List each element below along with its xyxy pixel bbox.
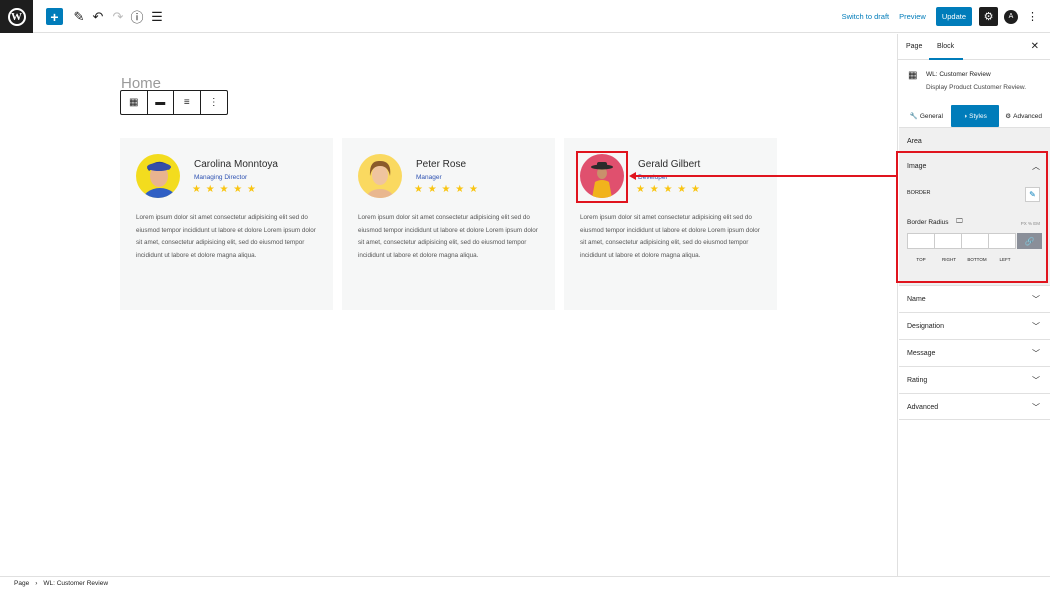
wordpress-logo[interactable]: W [0,0,33,33]
close-icon[interactable]: ✕ [1031,41,1039,52]
edit-tools-icon[interactable]: ✎ [72,8,86,25]
panel-advanced-label: Advanced [907,404,939,411]
info-icon[interactable]: ⓘ [130,8,144,25]
panel-designation[interactable]: Designation ﹀ [899,312,1050,339]
image-highlight-box [576,151,628,203]
tab-page[interactable]: Page [906,43,922,50]
sidebar-tabs: Page Block ✕ [898,34,1050,60]
align-wide-icon[interactable]: ▬ [148,91,174,114]
reviewer-name: Carolina Monntoya [194,159,278,170]
switch-to-draft-button[interactable]: Switch to draft [842,12,890,21]
tab-advanced[interactable]: ⚙ Advanced [999,105,1048,127]
reviewer-name: Peter Rose [416,159,467,170]
breadcrumb: Page › WL: Customer Review [0,576,1050,590]
avatar[interactable] [136,154,180,198]
panel-area-label: Area [907,138,922,145]
wordpress-icon: W [7,7,26,26]
add-block-button[interactable]: + [46,8,63,25]
star-rating: ★ ★ ★ ★ ★ [636,184,701,195]
wrench-icon: 🔧 [909,113,918,120]
settings-sidebar: Page Block ✕ ▦ WL: Customer Review Displ… [897,34,1050,576]
align-left-icon[interactable]: ≡ [174,91,201,114]
breadcrumb-page[interactable]: Page [14,580,29,587]
breadcrumb-separator: › [35,580,38,587]
tab-styles[interactable]: ◑ Styles [950,105,1000,127]
undo-icon[interactable]: ↶ [91,8,105,25]
chevron-down-icon: ﹀ [1032,349,1040,358]
image-panel-highlight-box [896,151,1048,283]
review-message: Lorem ipsum dolor sit amet consectetur a… [580,214,760,259]
tab-styles-label: Styles [969,112,987,120]
panel-area[interactable]: Area [899,127,1050,154]
reviewer-role: Manager [416,174,442,181]
preview-button[interactable]: Preview [899,12,926,21]
panel-rating-label: Rating [907,377,928,384]
panel-message[interactable]: Message ﹀ [899,339,1050,366]
reviewer-role: Managing Director [194,174,248,181]
tab-advanced-label: Advanced [1013,112,1043,120]
panel-name-label: Name [907,296,926,303]
tab-general-label: General [919,112,943,120]
chevron-down-icon: ﹀ [1032,376,1040,385]
review-card[interactable]: Carolina Monntoya Managing Director ★ ★ … [120,138,333,310]
block-description: Display Product Customer Review. [926,84,1027,91]
panel-designation-label: Designation [907,323,944,330]
panel-message-label: Message [907,350,936,357]
tab-general[interactable]: 🔧 General [902,105,951,127]
gear-icon: ⚙ [1005,113,1012,120]
settings-gear-icon[interactable]: ⚙ [979,7,998,26]
palette-icon: ◑ [963,112,968,120]
annotation-arrow [634,175,898,177]
editor-topbar: W + ✎ ↶ ↷ ⓘ ☰ Switch to draft Preview Up… [0,0,1050,33]
chevron-down-icon: ﹀ [1032,403,1040,412]
panel-name[interactable]: Name ﹀ [899,285,1050,312]
review-message: Lorem ipsum dolor sit amet consectetur a… [136,214,316,259]
tab-block[interactable]: Block [937,43,954,50]
grid-block-icon: ▦ [908,70,918,81]
block-more-icon[interactable]: ⋮ [201,91,227,114]
star-rating: ★ ★ ★ ★ ★ [192,184,257,195]
more-options-icon[interactable]: ⋮ [1027,10,1038,23]
avatar[interactable] [358,154,402,198]
reviewer-name: Gerald Gilbert [638,159,701,170]
chevron-down-icon: ﹀ [1032,295,1040,304]
editor-canvas: Home ▦ ▬ ≡ ⋮ Carolina Monntoya Managing … [0,34,897,576]
astra-icon[interactable]: A [1004,9,1018,24]
panel-rating[interactable]: Rating ﹀ [899,366,1050,393]
active-tab-indicator [929,58,963,60]
style-tabs: 🔧 General ◑ Styles ⚙ Advanced [902,105,1048,127]
block-toolbar: ▦ ▬ ≡ ⋮ [120,90,228,115]
star-rating: ★ ★ ★ ★ ★ [414,184,479,195]
breadcrumb-block[interactable]: WL: Customer Review [43,580,108,587]
list-view-icon[interactable]: ☰ [150,8,164,25]
block-title: WL: Customer Review [926,71,991,78]
update-button[interactable]: Update [935,7,972,26]
block-type-icon[interactable]: ▦ [121,91,148,114]
block-card: ▦ WL: Customer Review Display Product Cu… [898,61,1050,101]
review-message: Lorem ipsum dolor sit amet consectetur a… [358,214,538,259]
review-card[interactable]: Peter Rose Manager ★ ★ ★ ★ ★ Lorem ipsum… [342,138,555,310]
chevron-down-icon: ﹀ [1032,322,1040,331]
panel-advanced[interactable]: Advanced ﹀ [899,393,1050,420]
redo-icon[interactable]: ↷ [111,8,125,25]
